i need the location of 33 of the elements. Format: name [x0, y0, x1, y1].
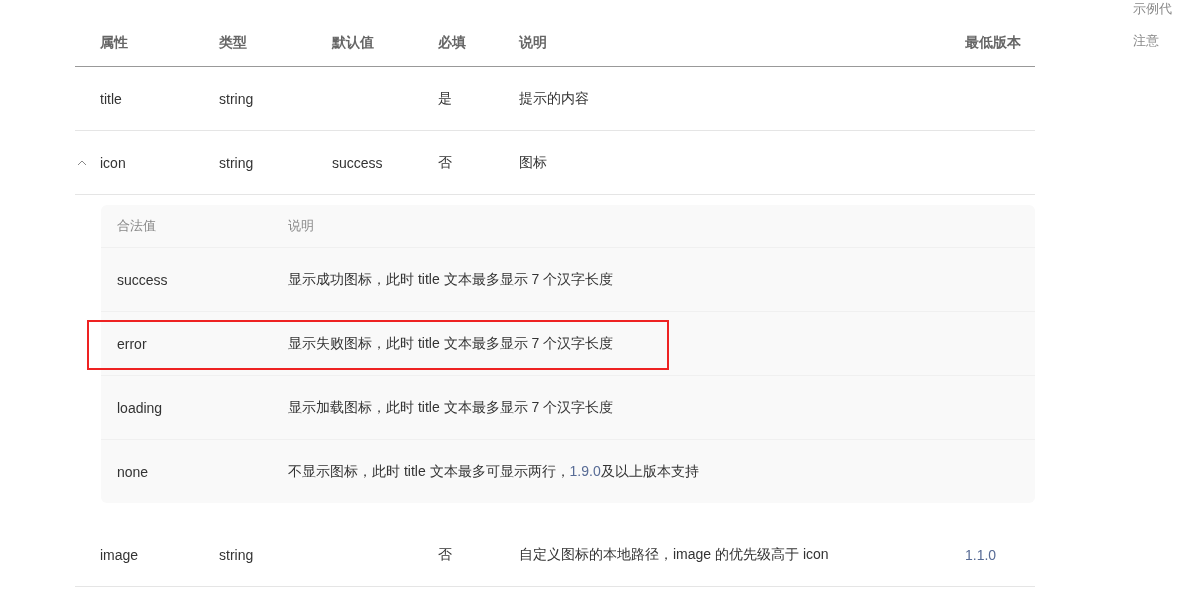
- table-cell-text: 否: [438, 153, 453, 172]
- version-text: 1.1.0: [965, 546, 998, 563]
- table-cell-text: loading: [117, 399, 164, 416]
- table-cell-text: title: [100, 90, 123, 107]
- table-cell-text: 是: [438, 89, 453, 108]
- column-header: 合法值: [117, 217, 157, 235]
- column-header: 默认值: [332, 34, 375, 52]
- nav-link[interactable]: 注意: [1133, 32, 1182, 50]
- table-cell-text: 显示加载图标，此时 title 文本最多显示 7 个汉字长度: [288, 398, 615, 417]
- table-cell-text: 自定义图标的本地路径，image 的优先级高于 icon: [519, 545, 830, 564]
- column-header: 说明: [519, 34, 548, 52]
- table-cell-text: success: [117, 271, 169, 288]
- table-cell-text: 图标: [519, 153, 548, 172]
- table-cell-text: 否: [438, 545, 453, 564]
- table-cell-text: string: [219, 90, 255, 107]
- column-header: 属性: [100, 34, 129, 52]
- table-cell-text: 显示失败图标，此时 title 文本最多显示 7 个汉字长度: [288, 334, 615, 353]
- table-cell-text: image: [100, 546, 140, 563]
- table-cell-text: 不显示图标，此时 title 文本最多可显示两行，1.9.0及以上版本支持: [288, 462, 700, 481]
- column-header: 必填: [438, 34, 467, 52]
- table-cell-text: 提示的内容: [519, 89, 590, 108]
- table-cell-text: success: [332, 154, 384, 171]
- version-link[interactable]: 1.9.0: [569, 462, 601, 479]
- column-header: 说明: [288, 217, 315, 235]
- table-cell-text: error: [117, 335, 148, 352]
- column-header: 类型: [219, 34, 248, 52]
- table-cell-text: string: [219, 546, 255, 563]
- table-cell-text: icon: [100, 154, 127, 171]
- column-header: 最低版本: [965, 34, 1022, 52]
- table-cell-text: none: [117, 463, 150, 480]
- table-cell-text: 显示成功图标，此时 title 文本最多显示 7 个汉字长度: [288, 270, 615, 289]
- table-cell-text: string: [219, 154, 255, 171]
- nav-link[interactable]: 示例代: [1133, 0, 1182, 18]
